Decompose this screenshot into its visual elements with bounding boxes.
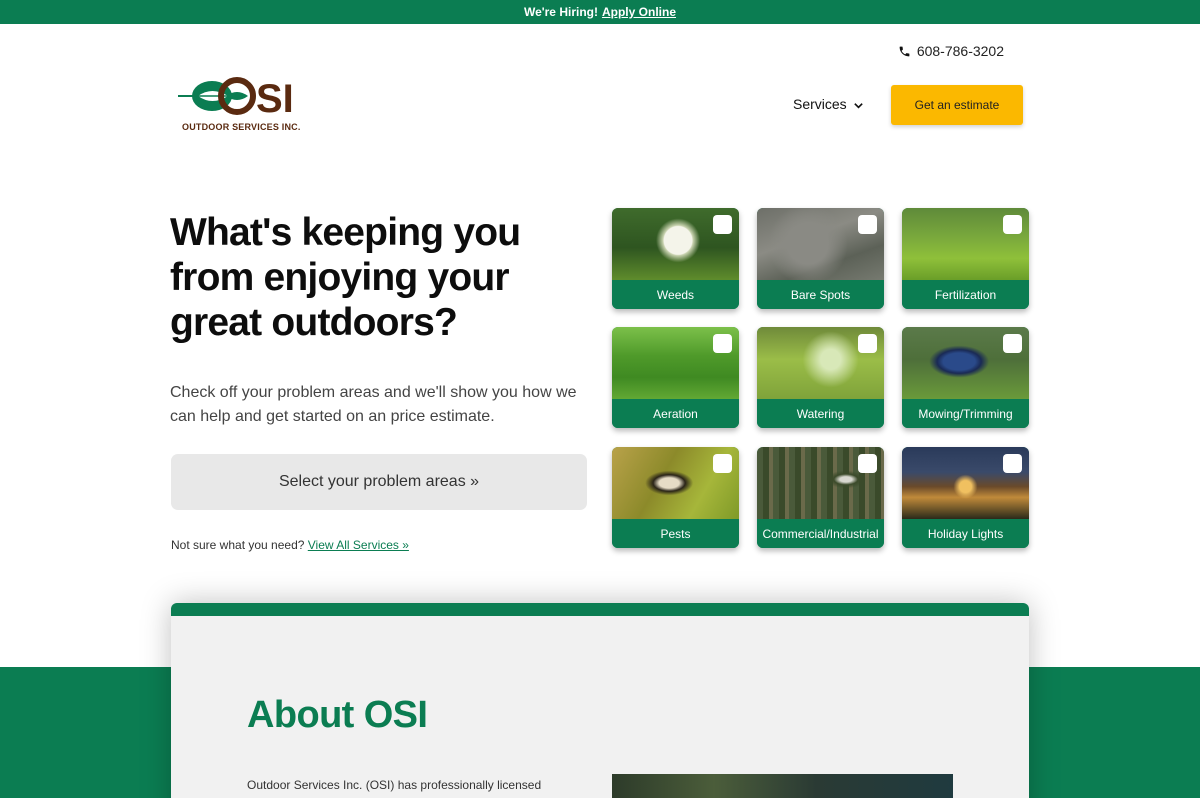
osi-logo[interactable]: SI OUTDOOR SERVICES INC. bbox=[176, 74, 316, 140]
commercial-checkbox[interactable] bbox=[858, 454, 877, 473]
hero-description: Check off your problem areas and we'll s… bbox=[170, 384, 577, 425]
about-image bbox=[612, 774, 953, 798]
commercial-label: Commercial/Industrial bbox=[757, 519, 884, 548]
logo-leaf-icon: SI bbox=[178, 77, 294, 121]
mowing-checkbox[interactable] bbox=[1003, 334, 1022, 353]
service-card-holiday-lights[interactable]: Holiday Lights bbox=[902, 447, 1029, 548]
chevron-down-icon bbox=[853, 103, 863, 109]
pests-label: Pests bbox=[612, 519, 739, 548]
phone-contact[interactable]: 608-786-3202 bbox=[898, 43, 1004, 59]
holiday-lights-label: Holiday Lights bbox=[902, 519, 1029, 548]
logo-text: OUTDOOR SERVICES INC. bbox=[182, 122, 301, 132]
unsure-note: Not sure what you need? View All Service… bbox=[171, 538, 409, 552]
services-label: Services bbox=[793, 96, 847, 112]
aeration-label: Aeration bbox=[612, 399, 739, 428]
service-card-fertilization[interactable]: Fertilization bbox=[902, 208, 1029, 309]
services-menu[interactable]: Services bbox=[793, 96, 864, 112]
apply-online-link[interactable]: Apply Online bbox=[602, 5, 676, 19]
fertilization-checkbox[interactable] bbox=[1003, 215, 1022, 234]
service-card-aeration[interactable]: Aeration bbox=[612, 327, 739, 428]
about-title: About OSI bbox=[247, 694, 428, 736]
weeds-checkbox[interactable] bbox=[713, 215, 732, 234]
bare-spots-checkbox[interactable] bbox=[858, 215, 877, 234]
watering-checkbox[interactable] bbox=[858, 334, 877, 353]
service-card-commercial-industrial[interactable]: Commercial/Industrial bbox=[757, 447, 884, 548]
weeds-label: Weeds bbox=[612, 280, 739, 309]
view-all-services-link[interactable]: View All Services » bbox=[308, 538, 409, 552]
mowing-label: Mowing/Trimming bbox=[902, 399, 1029, 428]
unsure-text: Not sure what you need? bbox=[171, 538, 305, 552]
pests-checkbox[interactable] bbox=[713, 454, 732, 473]
phone-icon bbox=[899, 46, 910, 56]
about-text: Outdoor Services Inc. (OSI) has professi… bbox=[247, 778, 542, 792]
bare-spots-label: Bare Spots bbox=[757, 280, 884, 309]
service-card-pests[interactable]: Pests bbox=[612, 447, 739, 548]
holiday-lights-checkbox[interactable] bbox=[1003, 454, 1022, 473]
hiring-bar: We're Hiring! Apply Online bbox=[0, 0, 1200, 24]
service-card-mowing-trimming[interactable]: Mowing/Trimming bbox=[902, 327, 1029, 428]
hiring-text: We're Hiring! bbox=[524, 5, 598, 19]
hero-title: What's keeping you from enjoying your gr… bbox=[170, 211, 521, 344]
svg-text:SI: SI bbox=[256, 77, 294, 121]
aeration-checkbox[interactable] bbox=[713, 334, 732, 353]
get-estimate-button[interactable]: Get an estimate bbox=[891, 85, 1023, 125]
fertilization-label: Fertilization bbox=[902, 280, 1029, 309]
service-card-bare-spots[interactable]: Bare Spots bbox=[757, 208, 884, 309]
service-card-weeds[interactable]: Weeds bbox=[612, 208, 739, 309]
select-problem-areas-button[interactable]: Select your problem areas » bbox=[171, 454, 587, 510]
service-card-watering[interactable]: Watering bbox=[757, 327, 884, 428]
phone-number: 608-786-3202 bbox=[916, 43, 1004, 59]
watering-label: Watering bbox=[757, 399, 884, 428]
